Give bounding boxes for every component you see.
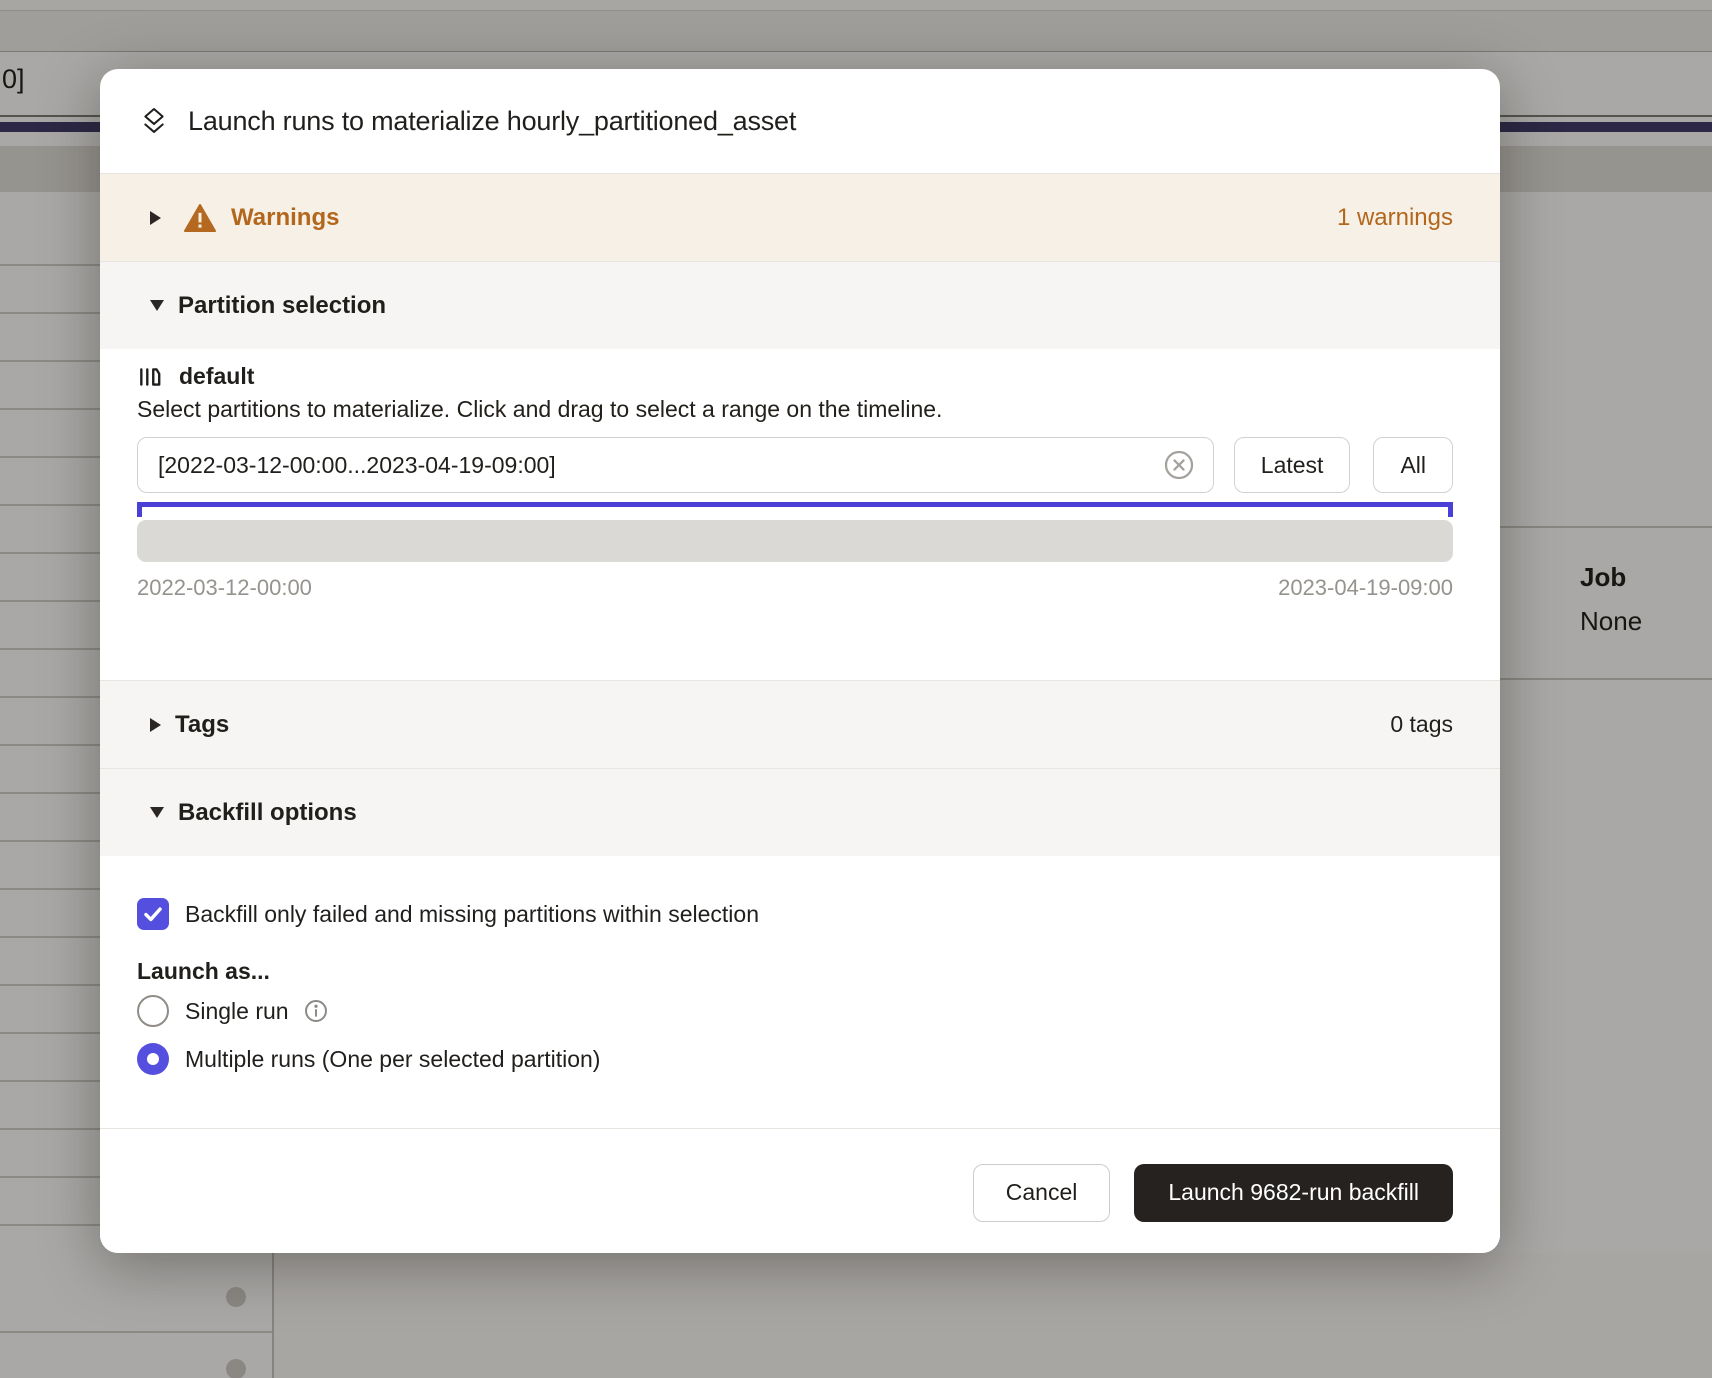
backfill-only-failed-checkbox-row: Backfill only failed and missing partiti… [137, 898, 1453, 930]
timeline-start-label: 2022-03-12-00:00 [137, 575, 312, 601]
launch-as-label: Launch as... [137, 958, 1453, 985]
backfill-options-content: Backfill only failed and missing partiti… [100, 856, 1500, 1128]
tags-section-toggle[interactable]: Tags 0 tags [100, 680, 1500, 768]
info-icon[interactable] [303, 998, 329, 1024]
launch-backfill-button[interactable]: Launch 9682-run backfill [1134, 1164, 1453, 1222]
partition-selection-description: Select partitions to materialize. Click … [137, 396, 1453, 423]
multiple-runs-radio-row: Multiple runs (One per selected partitio… [137, 1043, 1453, 1075]
launch-backfill-dialog: Launch runs to materialize hourly_partit… [100, 69, 1500, 1253]
partition-dimension-row: default [137, 363, 1453, 390]
partition-selection-header: Partition selection [178, 292, 386, 320]
backfill-only-failed-label[interactable]: Backfill only failed and missing partiti… [185, 901, 759, 928]
warnings-count-badge: 1 warnings [1337, 204, 1453, 232]
partition-range-input-wrap [137, 437, 1214, 493]
multiple-runs-radio[interactable] [137, 1043, 169, 1075]
chevron-down-icon [150, 300, 164, 311]
tags-count-badge: 0 tags [1390, 711, 1453, 738]
partition-timeline[interactable] [137, 520, 1453, 562]
chevron-right-icon [150, 211, 161, 225]
dialog-title: Launch runs to materialize hourly_partit… [188, 106, 796, 137]
dialog-footer: Cancel Launch 9682-run backfill [100, 1128, 1500, 1253]
backfill-only-failed-checkbox[interactable] [137, 898, 169, 930]
partition-dimension-name: default [179, 363, 254, 390]
partition-selection-content: default Select partitions to materialize… [100, 349, 1500, 680]
chevron-right-icon [150, 718, 161, 732]
materialize-asset-icon [138, 105, 170, 137]
latest-button[interactable]: Latest [1234, 437, 1351, 493]
partition-selection-section-toggle[interactable]: Partition selection [100, 261, 1500, 349]
tags-header: Tags [175, 711, 229, 739]
backfill-options-section-toggle[interactable]: Backfill options [100, 768, 1500, 856]
single-run-radio[interactable] [137, 995, 169, 1027]
timeline-labels: 2022-03-12-00:00 2023-04-19-09:00 [137, 575, 1453, 601]
clear-selection-icon[interactable] [1162, 448, 1196, 482]
partition-range-input-row: Latest All [137, 437, 1453, 493]
warnings-label: Warnings [231, 204, 339, 232]
partition-set-icon [137, 364, 163, 390]
dialog-header: Launch runs to materialize hourly_partit… [100, 69, 1500, 173]
cancel-button[interactable]: Cancel [973, 1164, 1111, 1222]
single-run-radio-row: Single run [137, 995, 1453, 1027]
chevron-down-icon [150, 807, 164, 818]
timeline-end-label: 2023-04-19-09:00 [1278, 575, 1453, 601]
warnings-section-toggle[interactable]: Warnings 1 warnings [100, 173, 1500, 261]
all-button[interactable]: All [1373, 437, 1453, 493]
selection-range-bracket [137, 502, 1453, 517]
single-run-label[interactable]: Single run [185, 998, 289, 1025]
warning-icon [183, 203, 217, 233]
backfill-options-header: Backfill options [178, 799, 357, 827]
multiple-runs-label[interactable]: Multiple runs (One per selected partitio… [185, 1046, 600, 1073]
partition-range-input[interactable] [137, 437, 1214, 493]
